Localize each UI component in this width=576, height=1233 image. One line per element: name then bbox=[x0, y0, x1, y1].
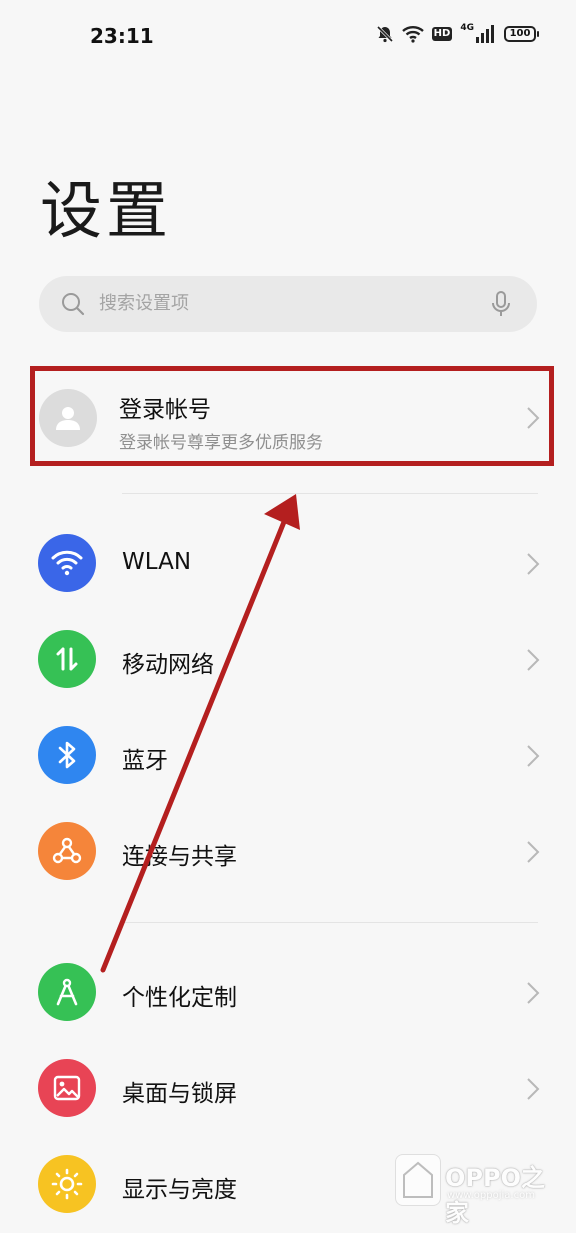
menu-item-mobile-network[interactable]: 移动网络 bbox=[0, 612, 576, 708]
menu-label: 个性化定制 bbox=[122, 985, 237, 1011]
compass-icon bbox=[38, 963, 96, 1021]
wifi-status-icon bbox=[401, 26, 424, 43]
picture-icon bbox=[38, 1059, 96, 1117]
mobile-data-icon bbox=[38, 630, 96, 688]
status-icons: HD 4G 100 bbox=[376, 23, 539, 43]
highlight-box bbox=[30, 366, 554, 466]
status-bar: 23:11 HD 4G 100 bbox=[0, 0, 576, 74]
chevron-right-icon bbox=[527, 982, 540, 1004]
sun-icon bbox=[38, 1155, 96, 1213]
network-type: 4G bbox=[460, 23, 474, 33]
menu-item-bluetooth[interactable]: 蓝牙 bbox=[0, 708, 576, 804]
search-input[interactable]: 搜索设置项 bbox=[99, 290, 479, 318]
menu-label: 桌面与锁屏 bbox=[122, 1081, 237, 1107]
mute-icon bbox=[376, 25, 393, 43]
search-icon bbox=[62, 293, 85, 316]
menu-item-desktop-lockscreen[interactable]: 桌面与锁屏 bbox=[0, 1041, 576, 1137]
watermark: OPPO之家 www.oppojia.com bbox=[395, 1150, 565, 1227]
bluetooth-icon bbox=[38, 726, 96, 784]
menu-item-connection-sharing[interactable]: 连接与共享 bbox=[0, 804, 576, 900]
chevron-right-icon bbox=[527, 745, 540, 767]
chevron-right-icon bbox=[527, 841, 540, 863]
menu-label: 连接与共享 bbox=[122, 844, 237, 870]
menu-label: 显示与亮度 bbox=[122, 1177, 237, 1203]
wifi-icon bbox=[38, 534, 96, 592]
menu-label: WLAN bbox=[122, 549, 192, 575]
hd-badge: HD bbox=[431, 27, 453, 41]
menu-item-personalization[interactable]: 个性化定制 bbox=[0, 945, 576, 1041]
battery-indicator: 100 bbox=[504, 26, 539, 42]
divider bbox=[122, 922, 538, 923]
search-box[interactable]: 搜索设置项 bbox=[39, 276, 537, 332]
share-icon bbox=[38, 822, 96, 880]
microphone-icon[interactable] bbox=[491, 290, 511, 318]
chevron-right-icon bbox=[527, 649, 540, 671]
watermark-logo bbox=[395, 1154, 441, 1206]
chevron-right-icon bbox=[527, 1078, 540, 1100]
page-title: 设置 bbox=[40, 174, 173, 247]
watermark-url: www.oppojia.com bbox=[447, 1190, 535, 1201]
status-time: 23:11 bbox=[90, 24, 154, 48]
menu-label: 蓝牙 bbox=[122, 748, 168, 774]
divider bbox=[122, 493, 538, 494]
chevron-right-icon bbox=[527, 553, 540, 575]
menu-label: 移动网络 bbox=[122, 652, 214, 678]
menu-item-wlan[interactable]: WLAN bbox=[0, 516, 576, 612]
signal-icon bbox=[476, 25, 494, 43]
